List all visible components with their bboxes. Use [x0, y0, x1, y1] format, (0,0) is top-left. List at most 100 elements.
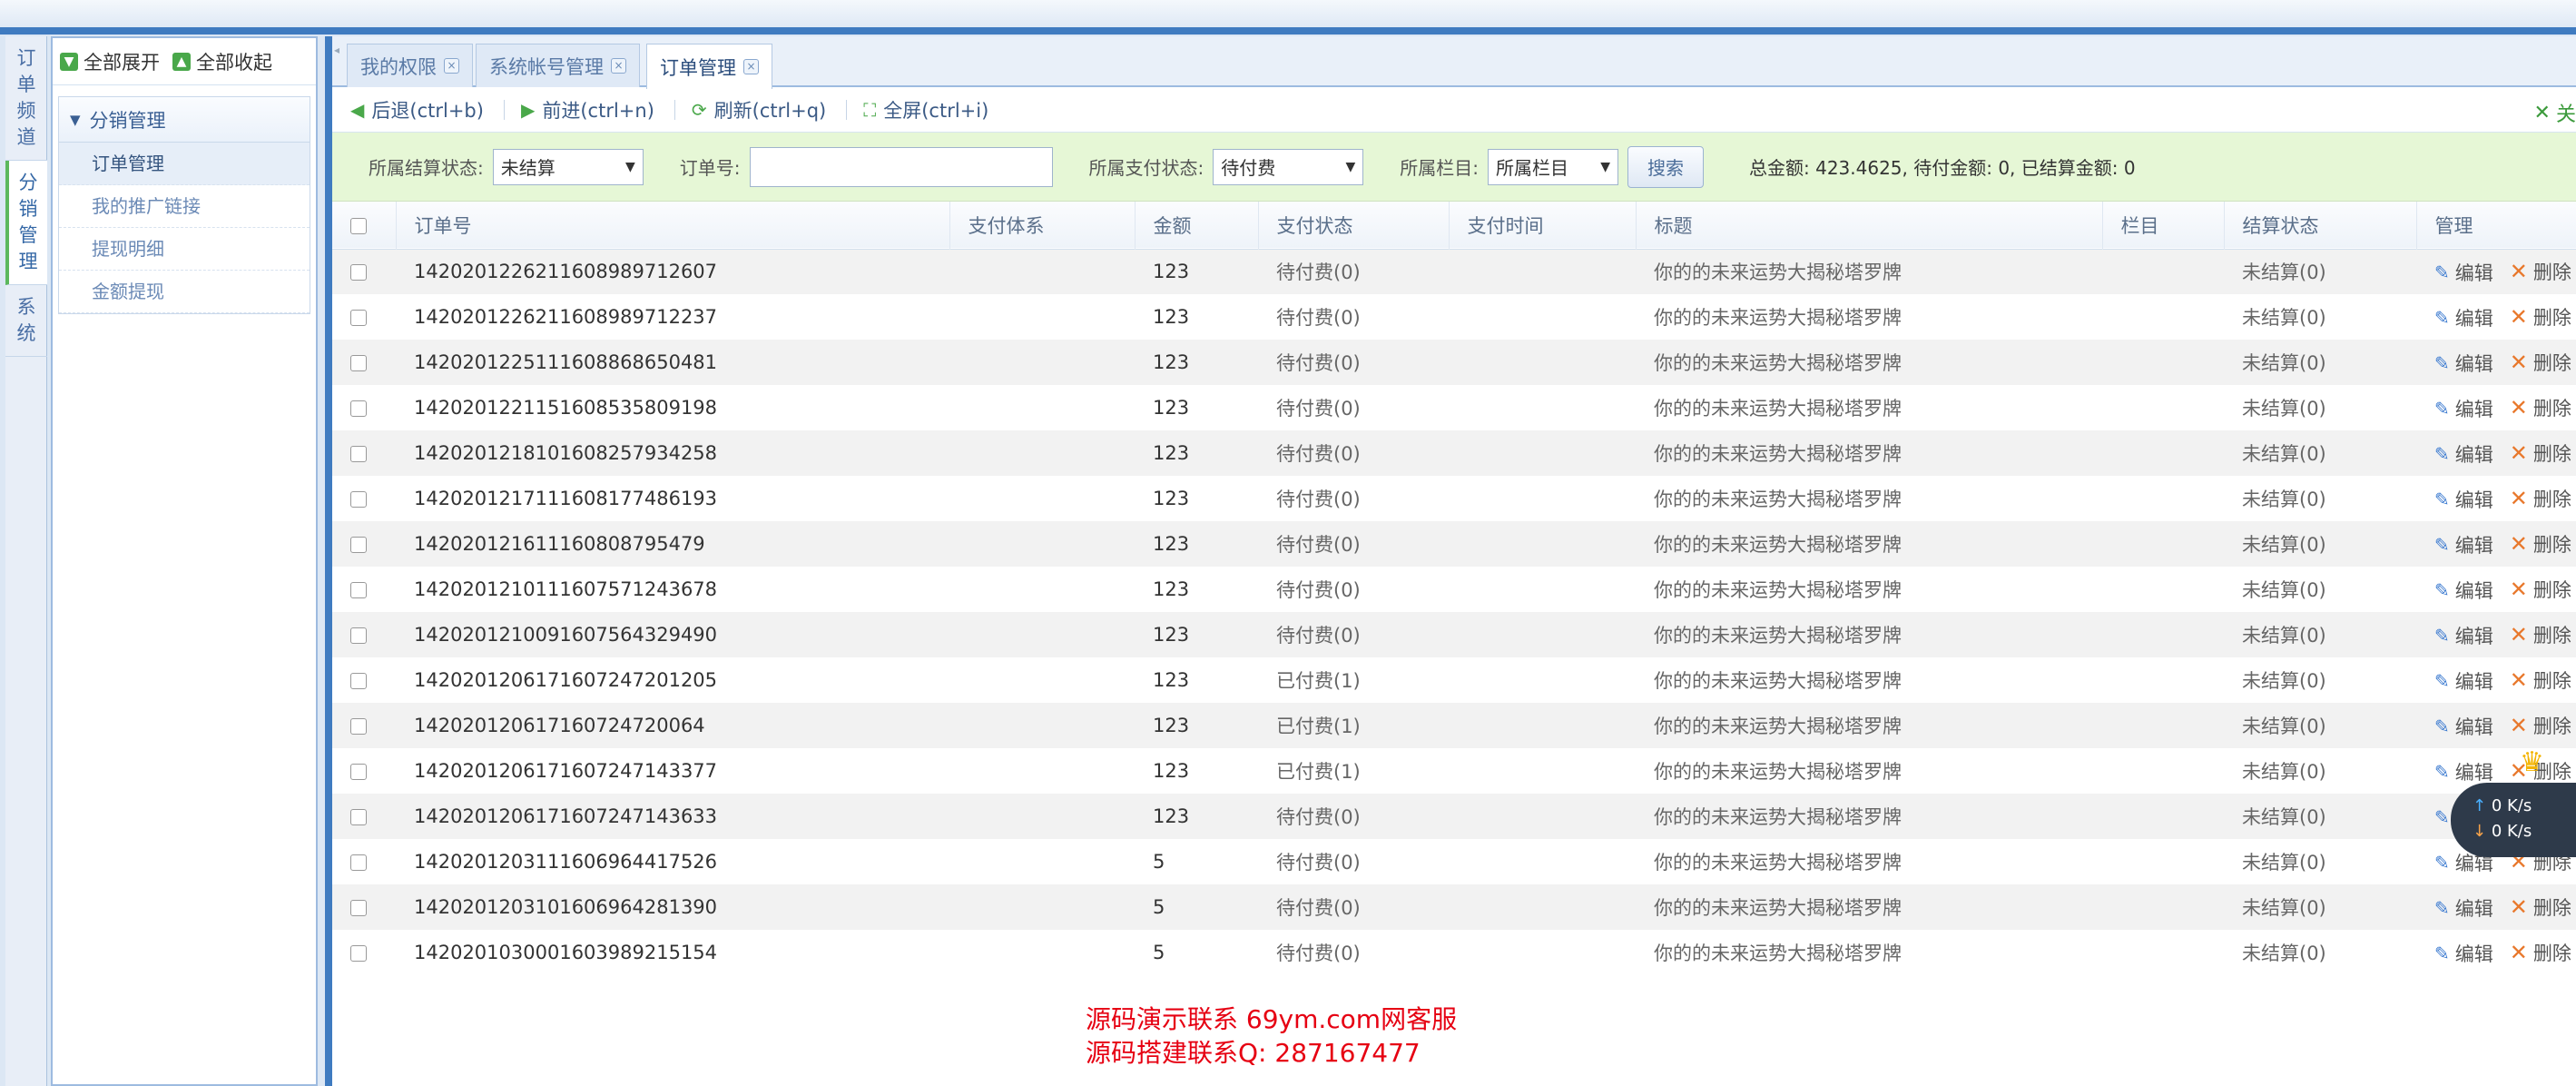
- edit-button[interactable]: ✎编辑: [2434, 350, 2493, 377]
- delete-button[interactable]: ✕删除: [2510, 712, 2571, 739]
- pencil-icon: ✎: [2434, 578, 2450, 601]
- delete-button[interactable]: ✕删除: [2510, 621, 2571, 648]
- row-checkbox[interactable]: [350, 854, 367, 871]
- pay-status-value: 待付费: [1221, 157, 1276, 179]
- delete-button[interactable]: ✕删除: [2510, 485, 2571, 512]
- row-checkbox[interactable]: [350, 764, 367, 780]
- delete-button[interactable]: ✕删除: [2510, 666, 2571, 694]
- edit-button[interactable]: ✎编辑: [2434, 667, 2493, 695]
- table-row: 1420201203111606964417526 5 待付费(0) 你的的未来运势大…: [332, 839, 2576, 884]
- close-icon[interactable]: ×: [444, 58, 459, 74]
- delete-button[interactable]: ✕删除: [2510, 258, 2571, 285]
- table-row: 1420201206171607247201205 123 已付费(1) 你的的未来运…: [332, 657, 2576, 703]
- row-actions: ✎编辑 ✕删除: [2416, 612, 2576, 657]
- row-checkbox[interactable]: [350, 718, 367, 735]
- row-checkbox[interactable]: [350, 264, 367, 281]
- row-checkbox[interactable]: [350, 310, 367, 326]
- delete-button[interactable]: ✕删除: [2510, 439, 2571, 467]
- col-title[interactable]: 标题: [1636, 202, 2103, 249]
- delete-button[interactable]: ✕删除: [2510, 576, 2571, 603]
- order-no-input[interactable]: [749, 146, 1053, 187]
- cell-title: 你的的未来运势大揭秘塔罗牌: [1654, 670, 1902, 692]
- cell-time: [1449, 294, 1636, 340]
- row-checkbox[interactable]: [350, 537, 367, 553]
- tree-item-withdraw[interactable]: 金额提现: [59, 271, 310, 313]
- delete-button[interactable]: ✕删除: [2510, 939, 2571, 966]
- tree-group-header[interactable]: ▼ 分销管理: [59, 97, 310, 143]
- pay-status-select[interactable]: 待付费 ▼: [1213, 148, 1364, 185]
- edit-button[interactable]: ✎编辑: [2434, 622, 2493, 649]
- edit-button[interactable]: ✎编辑: [2434, 577, 2493, 604]
- close-tab-button[interactable]: ✕ 关: [2534, 98, 2576, 127]
- delete-button[interactable]: ✕删除: [2510, 530, 2571, 558]
- tree-item-orders[interactable]: 订单管理: [59, 143, 310, 185]
- settle-status-select[interactable]: 未结算 ▼: [492, 148, 644, 185]
- close-icon[interactable]: ×: [611, 58, 626, 74]
- row-checkbox[interactable]: [350, 491, 367, 508]
- fullscreen-button[interactable]: ⛶ 全屏(ctrl+i): [863, 96, 988, 123]
- delete-button[interactable]: ✕删除: [2510, 394, 2571, 421]
- col-pay-status[interactable]: 支付状态: [1258, 202, 1450, 249]
- edit-label: 编辑: [2454, 670, 2493, 693]
- pencil-icon: ✎: [2434, 442, 2450, 465]
- tab-order-management[interactable]: 订单管理 ×: [646, 44, 772, 89]
- row-checkbox[interactable]: [350, 400, 367, 417]
- channel-tab-orders[interactable]: 订单频道: [5, 36, 47, 161]
- edit-button[interactable]: ✎编辑: [2434, 940, 2493, 967]
- col-pay-time[interactable]: 支付时间: [1449, 202, 1637, 249]
- edit-button[interactable]: ✎编辑: [2434, 304, 2493, 331]
- delete-button[interactable]: ✕删除: [2510, 893, 2571, 921]
- row-checkbox[interactable]: [350, 809, 367, 825]
- tree-item-promo-links[interactable]: 我的推广链接: [59, 185, 310, 228]
- tab-my-permissions[interactable]: 我的权限 ×: [347, 44, 473, 87]
- edit-button[interactable]: ✎编辑: [2434, 894, 2493, 922]
- delete-button[interactable]: ✕删除: [2510, 303, 2571, 331]
- col-settle-status[interactable]: 结算状态: [2224, 202, 2417, 249]
- delete-button[interactable]: ✕删除: [2510, 349, 2571, 376]
- tree-item-withdraw-details[interactable]: 提现明细: [59, 228, 310, 271]
- expand-all-button[interactable]: ▼ 全部展开: [60, 48, 160, 75]
- row-checkbox[interactable]: [350, 446, 367, 462]
- pencil-icon: ✎: [2434, 351, 2450, 374]
- cell-order: 1420201218101608257934258: [414, 442, 718, 464]
- caret-down-icon: ▼: [624, 159, 635, 174]
- search-button[interactable]: 搜索: [1627, 145, 1704, 188]
- col-order-no[interactable]: 订单号: [396, 202, 950, 249]
- top-accent-line: [0, 27, 2576, 35]
- row-checkbox[interactable]: [350, 627, 367, 644]
- row-checkbox[interactable]: [350, 582, 367, 598]
- close-icon[interactable]: ×: [743, 59, 759, 74]
- channel-tab-distribution[interactable]: 分销管理: [5, 161, 47, 285]
- cell-pay: 已付费(1): [1276, 761, 1361, 783]
- row-checkbox[interactable]: [350, 673, 367, 689]
- edit-button[interactable]: ✎编辑: [2434, 758, 2493, 785]
- edit-button[interactable]: ✎编辑: [2434, 440, 2493, 468]
- edit-button[interactable]: ✎编辑: [2434, 713, 2493, 740]
- cell-settle: 未结算(0): [2242, 943, 2326, 964]
- back-button[interactable]: ◀ 后退(ctrl+b): [350, 96, 484, 123]
- col-column[interactable]: 栏目: [2102, 202, 2225, 249]
- row-checkbox[interactable]: [350, 945, 367, 962]
- row-checkbox[interactable]: [350, 900, 367, 916]
- delete-label: 删除: [2532, 624, 2571, 647]
- row-actions: ✎编辑 ✕删除: [2416, 657, 2576, 703]
- row-checkbox[interactable]: [350, 355, 367, 371]
- edit-button[interactable]: ✎编辑: [2434, 531, 2493, 558]
- edit-button[interactable]: ✎编辑: [2434, 259, 2493, 286]
- col-amount[interactable]: 金额: [1135, 202, 1259, 249]
- tab-scroll-left-icon[interactable]: ◂: [334, 44, 343, 80]
- pencil-icon: ✎: [2434, 942, 2450, 964]
- netspeed-widget[interactable]: ↑ 0 K/s ↓ 0 K/s: [2451, 783, 2576, 857]
- channel-tab-system[interactable]: 系统: [5, 285, 47, 357]
- pencil-icon: ✎: [2434, 760, 2450, 783]
- tab-system-accounts[interactable]: 系统帐号管理 ×: [476, 44, 640, 87]
- edit-button[interactable]: ✎编辑: [2434, 395, 2493, 422]
- refresh-button[interactable]: ⟳ 刷新(ctrl+q): [692, 96, 826, 123]
- row-select-cell: [332, 930, 396, 975]
- forward-button[interactable]: ▶ 前进(ctrl+n): [521, 96, 654, 123]
- column-select[interactable]: 所属栏目 ▼: [1488, 148, 1618, 185]
- col-pay-system[interactable]: 支付体系: [949, 202, 1136, 249]
- collapse-all-button[interactable]: ▲ 全部收起: [172, 48, 272, 75]
- select-all-checkbox[interactable]: [350, 217, 367, 234]
- edit-button[interactable]: ✎编辑: [2434, 486, 2493, 513]
